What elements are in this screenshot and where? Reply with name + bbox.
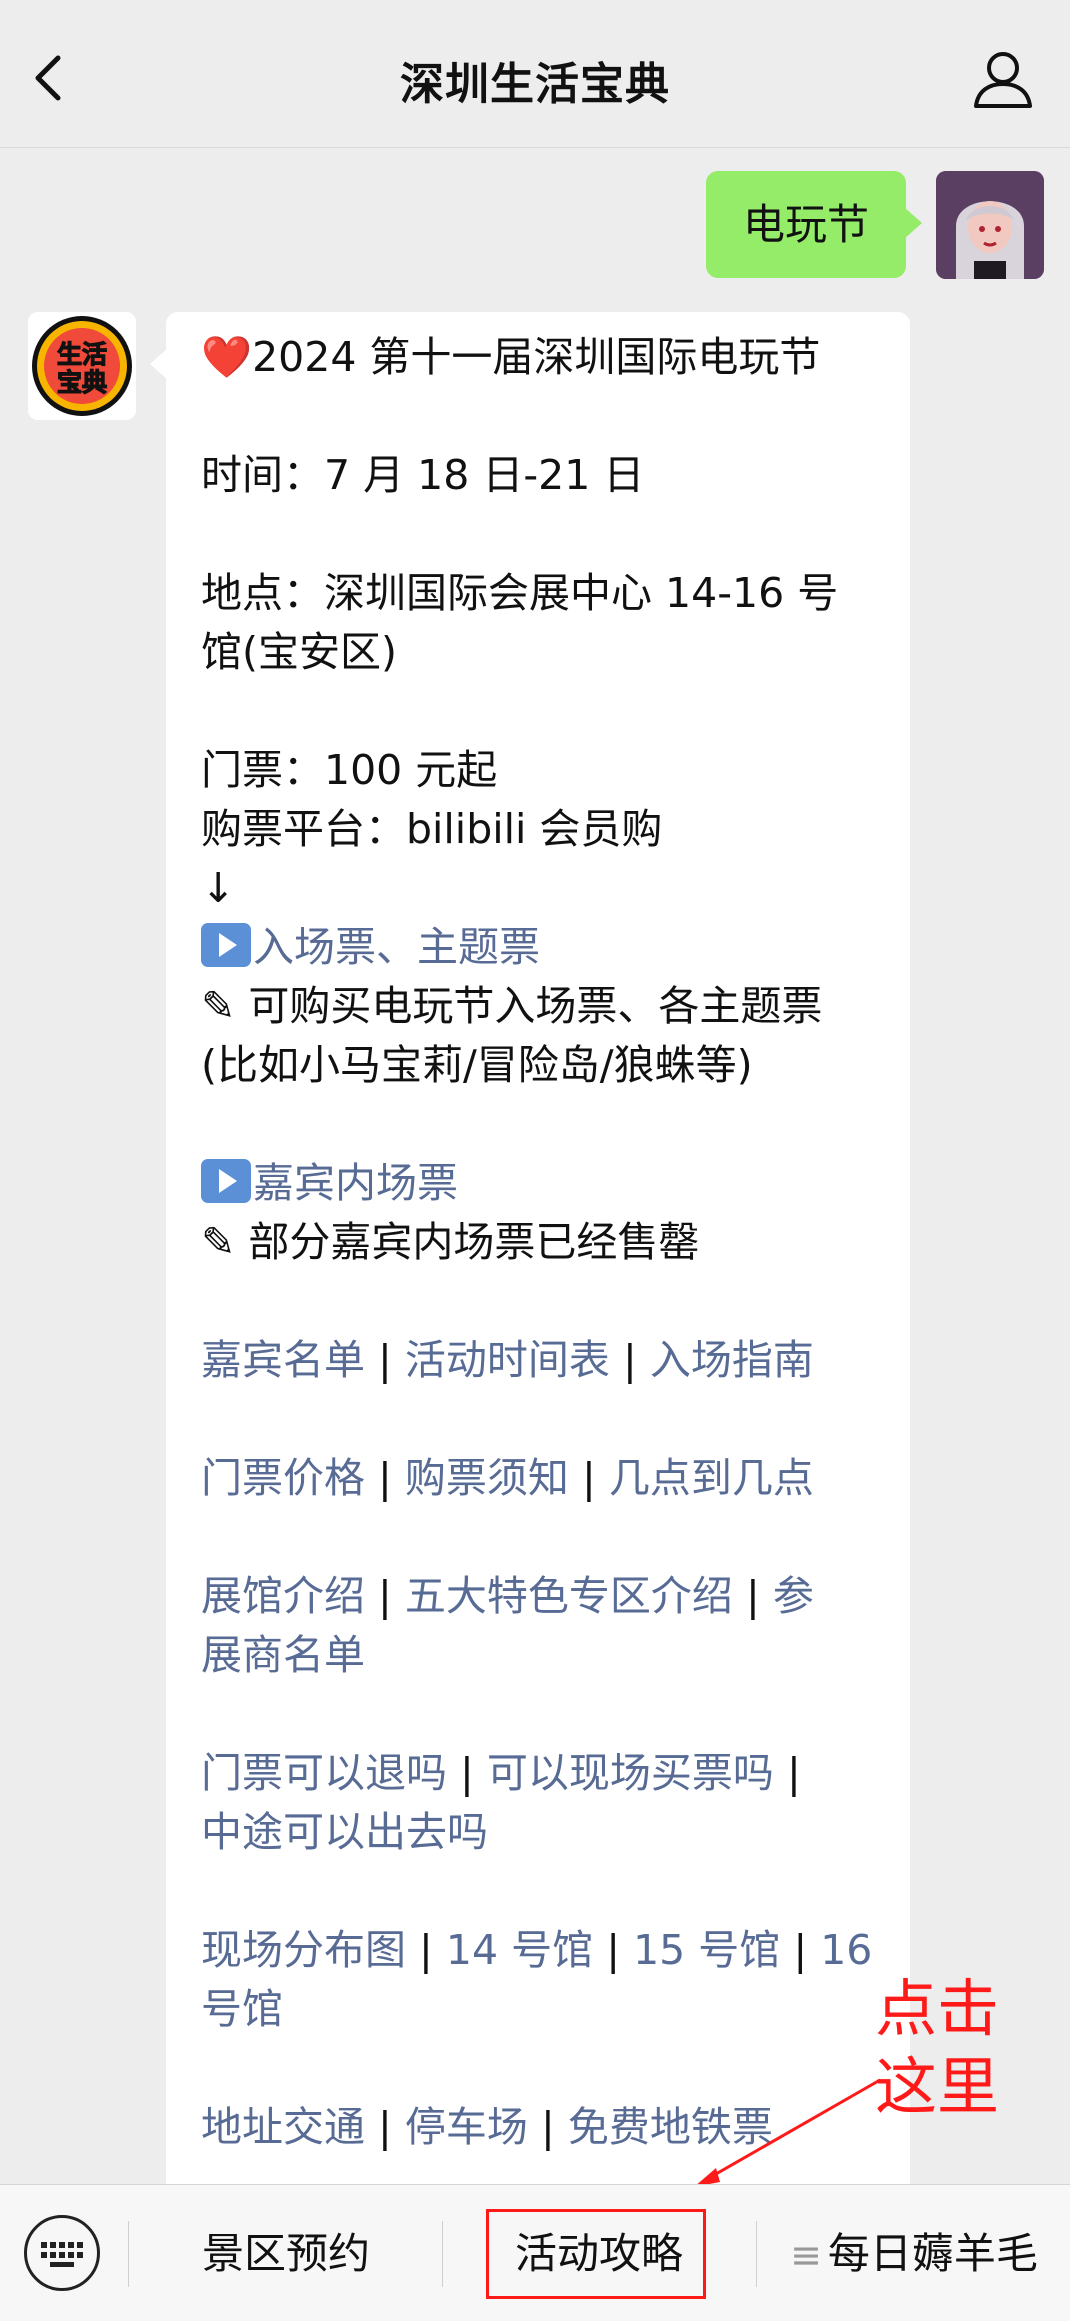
link-parking[interactable]: 停车场: [405, 2103, 528, 2151]
link-transport[interactable]: 地址交通: [201, 2103, 365, 2151]
links-row-4b: 中途可以出去吗: [201, 1803, 880, 1862]
separator: |: [378, 1572, 392, 1620]
link-guest-list[interactable]: 嘉宾名单: [201, 1336, 365, 1384]
menu-divider: [442, 2221, 443, 2287]
menu-lines-icon: ≡: [790, 2233, 822, 2277]
bot-message-bubble: ❤️2024 第十一届深圳国际电玩节 时间：7 月 18 日-21 日 地点：深…: [150, 312, 910, 2184]
separator: |: [378, 1454, 392, 1502]
separator: |: [581, 1454, 596, 1502]
event-ticket: 门票：100 元起: [201, 746, 498, 794]
separator: |: [786, 1749, 801, 1797]
svg-text:宝典: 宝典: [57, 368, 107, 397]
separator: |: [378, 1336, 392, 1384]
link-buy-onsite[interactable]: 可以现场买票吗: [487, 1749, 774, 1797]
svg-text:生活: 生活: [57, 340, 107, 369]
links-row-5: 现场分布图 | 14 号馆 | 15 号馆 | 16: [201, 1921, 880, 1980]
menu-daily-deals[interactable]: ≡ 每日薅羊毛: [758, 2185, 1070, 2321]
menu-daily-deals-label: 每日薅羊毛: [827, 2229, 1038, 2278]
chat-header: 深圳生活宝典: [0, 0, 1070, 148]
event-place-line2: 馆(宝安区): [201, 628, 397, 676]
bot-avatar-logo[interactable]: 生活 宝典: [28, 312, 136, 420]
link-exhibitors-part2[interactable]: 展商名单: [201, 1631, 365, 1679]
event-platform: 购票平台：bilibili 会员购: [201, 805, 663, 853]
links-row-1: 嘉宾名单 | 活动时间表 | 入场指南: [201, 1331, 880, 1390]
guest-ticket-row: 嘉宾内场票: [201, 1154, 880, 1213]
menu-scenic-booking[interactable]: 景区预约: [130, 2185, 442, 2321]
separator: |: [793, 1926, 808, 1974]
user-avatar[interactable]: [936, 171, 1044, 279]
separator: |: [606, 1926, 621, 1974]
profile-icon[interactable]: [968, 44, 1038, 114]
separator: |: [745, 1572, 760, 1620]
annotation-line2: 这里: [875, 2050, 1000, 2123]
event-place-line1: 地点：深圳国际会展中心 14-16 号: [201, 569, 839, 617]
separator: |: [460, 1749, 474, 1797]
link-refund[interactable]: 门票可以退吗: [201, 1749, 447, 1797]
entry-note-line2: (比如小马宝莉/冒险岛/狼蛛等): [201, 1041, 753, 1089]
entry-note-line1: ✎ 可购买电玩节入场票、各主题票: [201, 982, 823, 1030]
entry-ticket-row: 入场票、主题票: [201, 918, 880, 977]
link-free-metro[interactable]: 免费地铁票: [568, 2103, 773, 2151]
play-button-icon: [201, 1159, 251, 1203]
links-row-3: 展馆介绍 | 五大特色专区介绍 | 参: [201, 1567, 880, 1626]
links-row-4: 门票可以退吗 | 可以现场买票吗 |: [201, 1744, 880, 1803]
link-zones-intro[interactable]: 五大特色专区介绍: [405, 1572, 733, 1620]
link-hall-14[interactable]: 14 号馆: [446, 1926, 593, 1974]
link-entry-ticket[interactable]: 入场票、主题票: [253, 923, 540, 971]
link-hall-15[interactable]: 15 号馆: [633, 1926, 780, 1974]
menu-divider: [756, 2221, 757, 2287]
bottom-menu-bar: 景区预约 活动攻略 ≡ 每日薅羊毛: [0, 2184, 1070, 2321]
link-ticket-price[interactable]: 门票价格: [201, 1454, 365, 1502]
link-hall-16-part2[interactable]: 号馆: [201, 1985, 283, 2033]
page-title: 深圳生活宝典: [400, 59, 670, 110]
menu-event-guide[interactable]: 活动攻略: [444, 2185, 754, 2321]
link-schedule[interactable]: 活动时间表: [405, 1336, 610, 1384]
play-button-icon: [201, 923, 251, 967]
links-row-2: 门票价格 | 购票须知 | 几点到几点: [201, 1449, 880, 1508]
user-message-bubble[interactable]: 电玩节: [706, 171, 922, 278]
link-reentry[interactable]: 中途可以出去吗: [201, 1808, 488, 1856]
link-hall-16-part1[interactable]: 16: [820, 1926, 872, 1974]
links-row-6: 地址交通 | 停车场 | 免费地铁票: [201, 2098, 880, 2157]
event-title: ❤️2024 第十一届深圳国际电玩节: [201, 333, 821, 381]
links-row-3b: 展商名单: [201, 1626, 880, 1685]
chat-area[interactable]: 电玩节 生活 宝典 ❤️2024 第十一届深圳国际电玩节 时间：7 月 18 日…: [0, 149, 1070, 2184]
link-entry-guide[interactable]: 入场指南: [650, 1336, 814, 1384]
arrow-down-icon: ↓: [201, 864, 236, 912]
separator: |: [622, 1336, 637, 1384]
link-guest-ticket[interactable]: 嘉宾内场票: [253, 1159, 458, 1207]
guest-note: ✎ 部分嘉宾内场票已经售罄: [201, 1218, 700, 1266]
event-time: 时间：7 月 18 日-21 日: [201, 451, 645, 499]
link-exhibitors-part1[interactable]: 参: [773, 1572, 814, 1620]
link-hours[interactable]: 几点到几点: [609, 1454, 814, 1502]
keyboard-icon[interactable]: [24, 2215, 100, 2291]
separator: |: [378, 2103, 392, 2151]
separator: |: [540, 2103, 555, 2151]
link-purchase-notice[interactable]: 购票须知: [405, 1454, 569, 1502]
menu-divider: [128, 2221, 129, 2287]
link-site-map[interactable]: 现场分布图: [201, 1926, 406, 1974]
click-here-annotation: 点击 这里: [875, 1970, 1035, 2126]
annotation-line1: 点击: [875, 1972, 1000, 2045]
links-row-5b: 号馆: [201, 1980, 880, 2039]
separator: |: [419, 1926, 433, 1974]
link-venue-intro[interactable]: 展馆介绍: [201, 1572, 365, 1620]
heart-icon: ❤️: [201, 333, 253, 381]
